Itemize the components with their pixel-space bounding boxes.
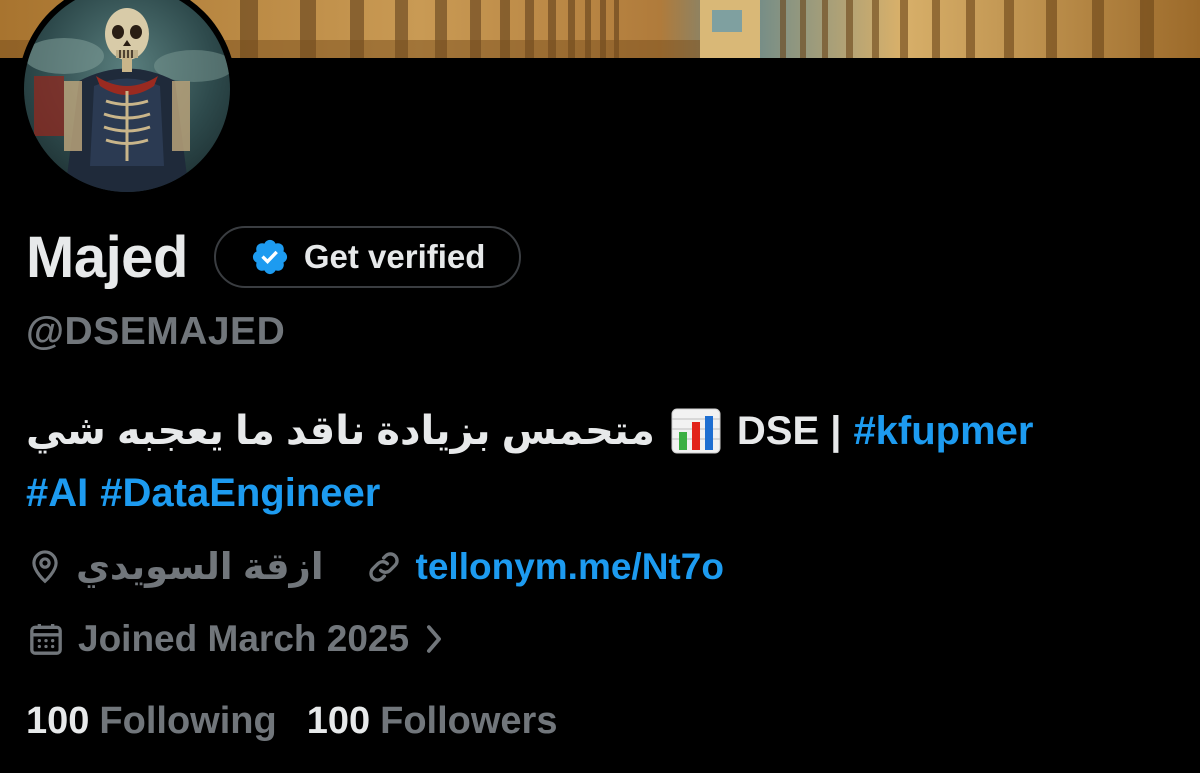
profile-meta-row: ازقة السويدي tellonym.me/Nt7o <box>26 545 724 588</box>
profile-website-link[interactable]: tellonym.me/Nt7o <box>416 546 724 588</box>
following-label: Following <box>99 700 277 742</box>
avatar-image <box>24 0 230 192</box>
followers-count: 100 <box>306 700 371 742</box>
joined-date: Joined March 2025 <box>78 618 410 659</box>
get-verified-button[interactable]: Get verified <box>213 226 522 288</box>
hashtag-kfupmer[interactable]: #kfupmer <box>853 400 1033 462</box>
bio-line-2: #AI #DataEngineer <box>26 462 1186 524</box>
profile-bio: متحمس بزيادة ناقد ما يعجبه شي DSE | #kfu… <box>26 400 1186 524</box>
bio-dse-text: DSE | <box>736 409 842 453</box>
joined-row[interactable]: Joined March 2025 <box>26 618 445 660</box>
bio-arabic-text: متحمس بزيادة ناقد ما يعجبه شي <box>26 409 655 453</box>
followers-link[interactable]: 100 Followers <box>307 700 558 743</box>
verified-badge-icon <box>250 237 290 277</box>
hashtag-dataengineer[interactable]: #DataEngineer <box>100 462 380 524</box>
profile-stats: 100 Following 100 Followers <box>26 700 587 743</box>
link-icon <box>364 547 404 587</box>
bar-chart-emoji-icon <box>671 408 721 454</box>
calendar-icon <box>26 619 66 659</box>
chevron-right-icon <box>423 622 445 656</box>
followers-label: Followers <box>380 700 558 742</box>
map-pin-icon <box>26 548 64 586</box>
following-count: 100 <box>26 700 90 742</box>
bio-line-1: متحمس بزيادة ناقد ما يعجبه شي DSE | #kfu… <box>26 400 1186 462</box>
display-name: Majed <box>26 224 188 290</box>
avatar[interactable] <box>18 0 236 198</box>
profile-handle: @DSEMAJED <box>26 310 286 353</box>
get-verified-label: Get verified <box>303 238 486 275</box>
following-link[interactable]: 100 Following <box>26 700 277 743</box>
profile-location: ازقة السويدي <box>76 546 324 587</box>
profile-name-row: Majed Get verified <box>26 222 522 292</box>
hashtag-ai[interactable]: #AI <box>26 462 88 524</box>
